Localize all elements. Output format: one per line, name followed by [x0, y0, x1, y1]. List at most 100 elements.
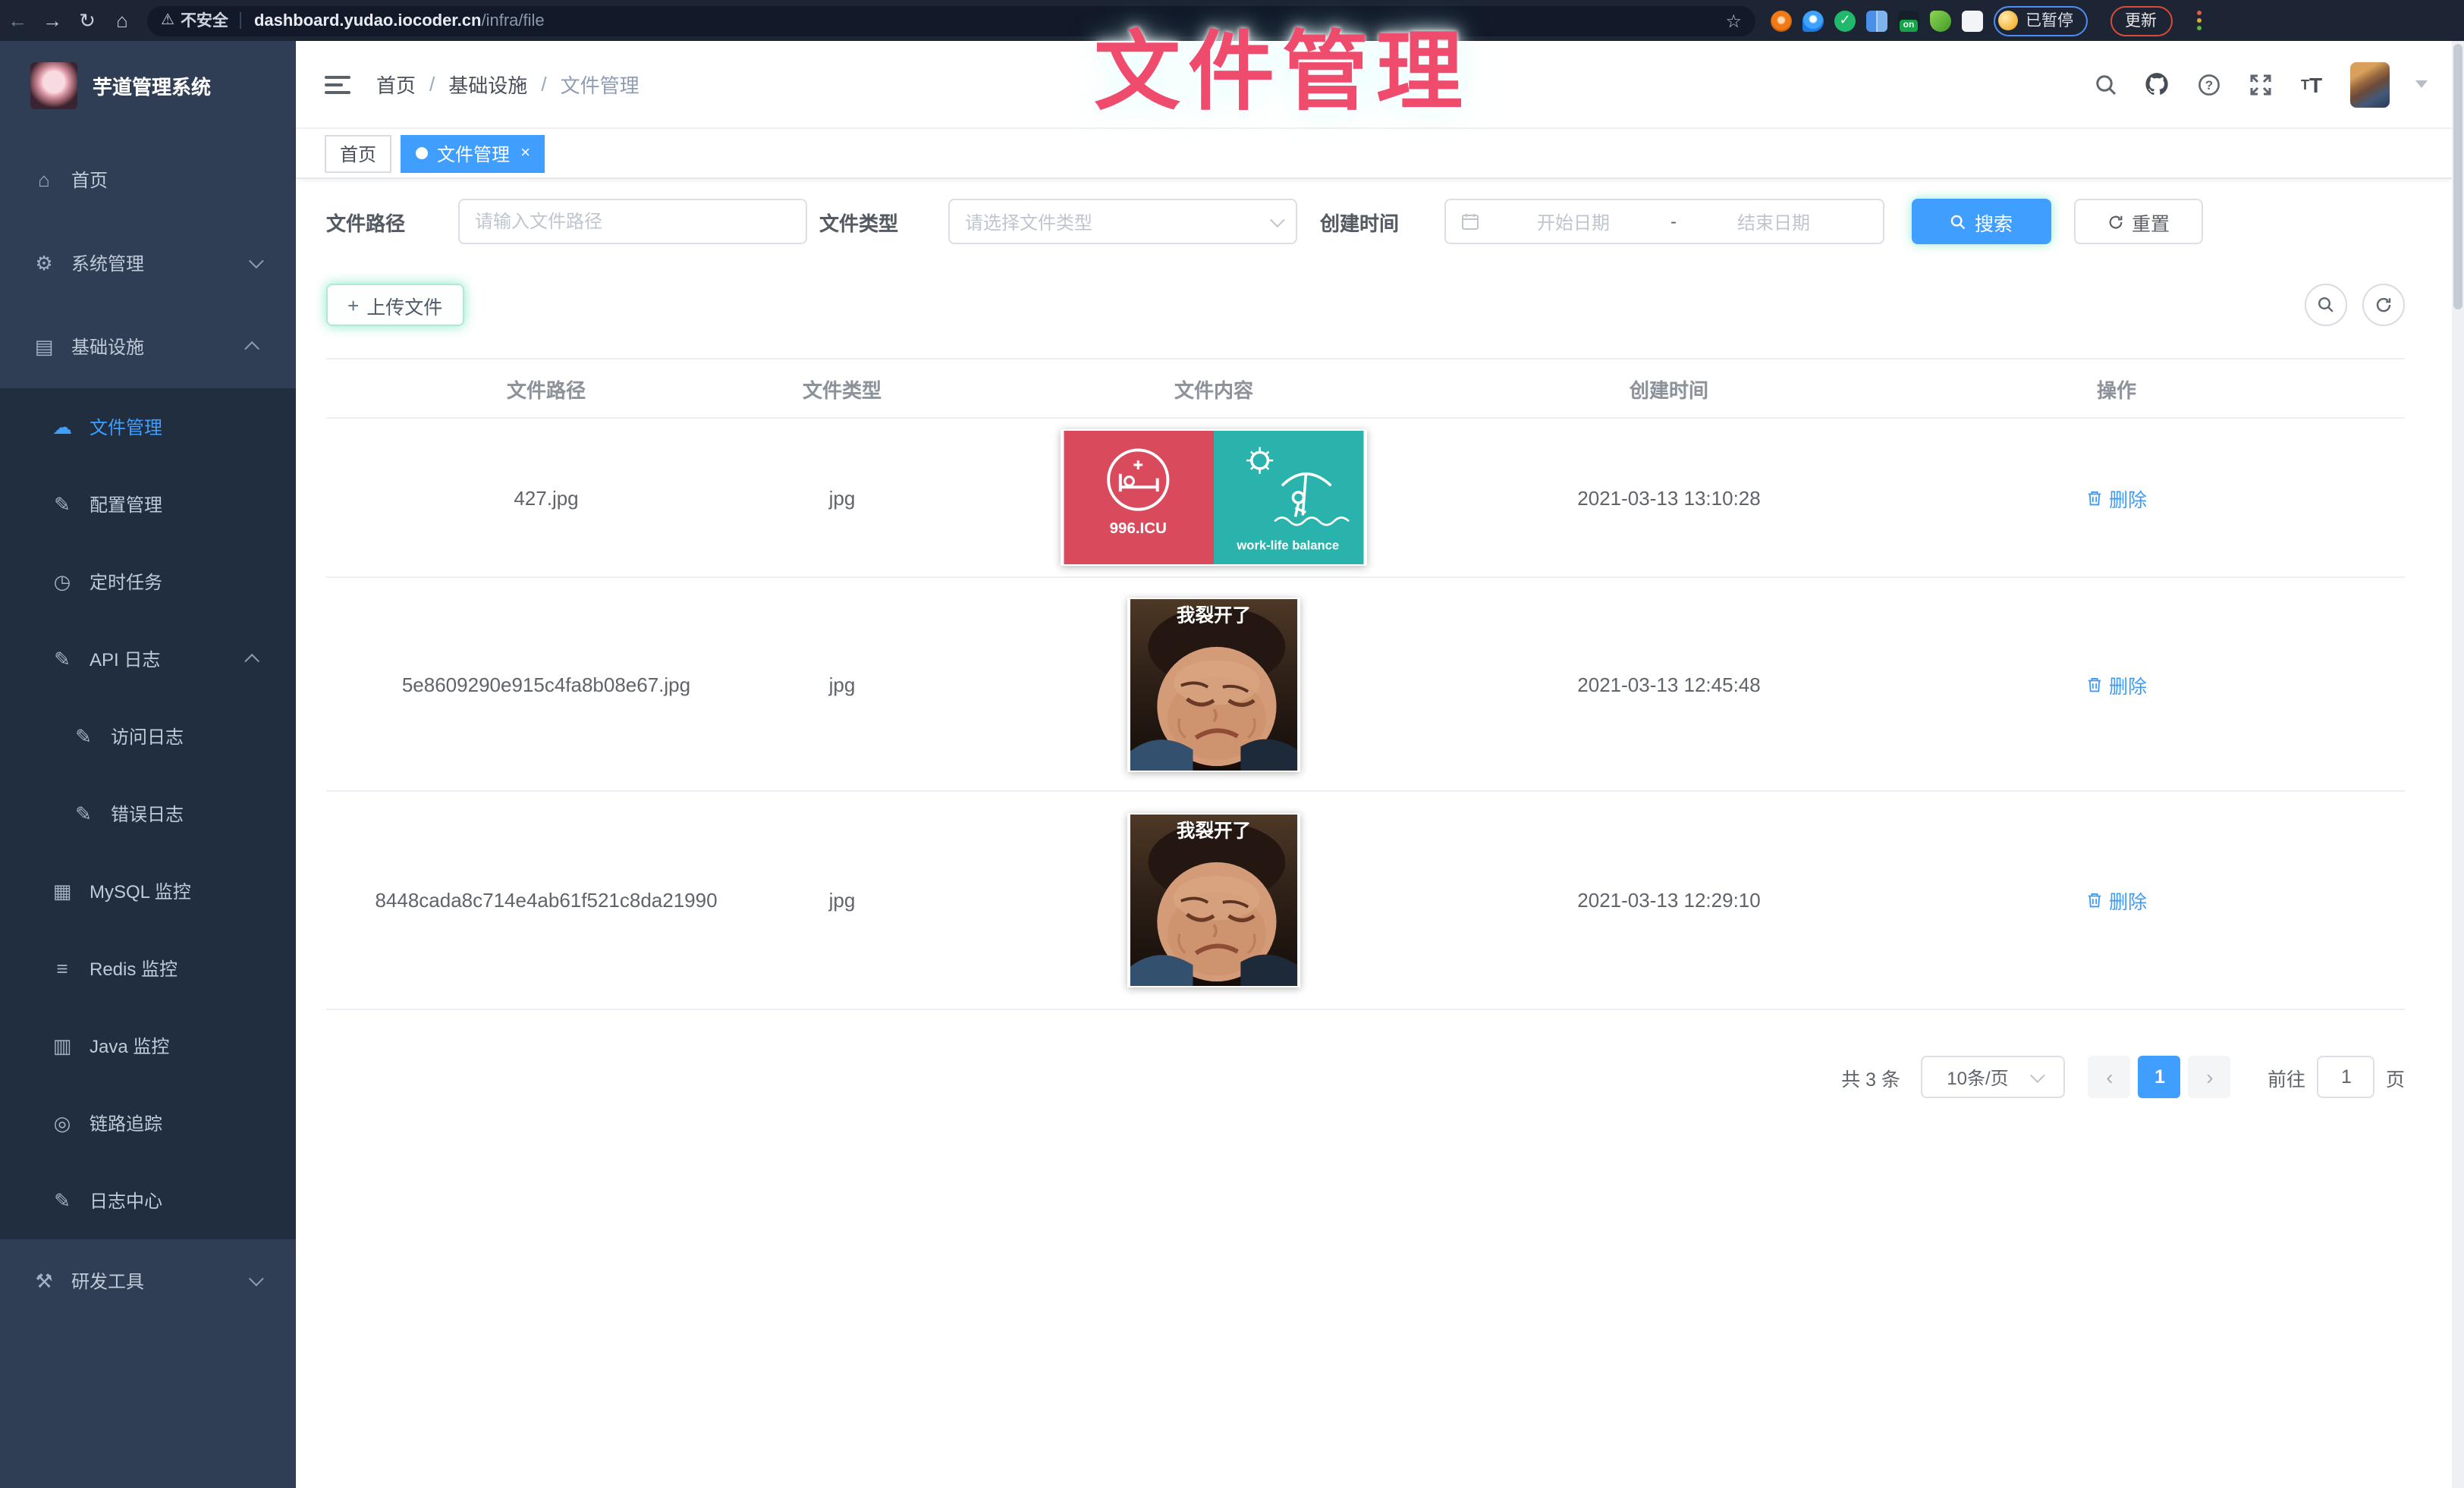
help-icon[interactable]: ? — [2195, 71, 2221, 97]
file-preview-image[interactable]: 996.ICU work-life balance — [1061, 429, 1367, 566]
tab-首页[interactable]: 首页 — [325, 134, 391, 172]
url-path: /infra/file — [481, 11, 544, 30]
search-icon[interactable] — [2092, 71, 2118, 97]
sidebar-item-home[interactable]: ⌂首页 — [0, 138, 296, 221]
sidebar-item-mysql[interactable]: ▦MySQL 监控 — [0, 852, 296, 930]
user-avatar[interactable] — [2350, 61, 2390, 107]
sidebar-item-error-log[interactable]: ✎错误日志 — [0, 775, 296, 852]
table-toolbar: + 上传文件 — [326, 284, 2405, 326]
delete-button[interactable]: 删除 — [2086, 670, 2147, 698]
browser-menu-icon[interactable] — [2196, 11, 2201, 30]
browser-toolbar: ← → ↻ ⌂ ⚠ 不安全 dashboard.yudao.iocoder.cn… — [0, 0, 2464, 41]
extension-leaf-icon[interactable] — [1930, 10, 1951, 31]
sidebar-item-file[interactable]: ☁文件管理 — [0, 388, 296, 466]
refresh-icon — [2107, 213, 2124, 230]
goto-page-input[interactable] — [2318, 1056, 2375, 1098]
browser-profile-chip[interactable]: 已暂停 — [1994, 5, 2087, 36]
fullscreen-icon[interactable] — [2247, 71, 2273, 97]
app-logo-row[interactable]: 芋道管理系统 — [0, 41, 296, 129]
date-range-picker[interactable]: 开始日期 - 结束日期 — [1444, 199, 1884, 244]
sidebar-item-java[interactable]: ▥Java 监控 — [0, 1007, 296, 1085]
table-row: 427.jpgjpg 996.ICU work-life balance 202… — [326, 419, 2405, 578]
create-time-label: 创建时间 — [1320, 207, 1426, 236]
upload-file-button[interactable]: + 上传文件 — [326, 284, 464, 326]
extension-puzzle-icon[interactable] — [1962, 10, 1983, 31]
trash-icon — [2086, 892, 2103, 909]
trash-icon — [2086, 676, 2103, 692]
current-page-button[interactable]: 1 — [2139, 1056, 2181, 1098]
file-type-select[interactable]: 请选择文件类型 — [948, 199, 1297, 244]
chevron-down-icon — [1270, 212, 1285, 227]
update-button[interactable]: 更新 — [2110, 5, 2172, 36]
toolbox-icon: ⚒ — [32, 1269, 56, 1293]
page-content: 文件路径 文件类型 请选择文件类型 创建时间 开始日期 - 结束日期 搜索 — [296, 199, 2452, 1098]
browser-reload-icon[interactable]: ↻ — [70, 8, 105, 33]
page-size-select[interactable]: 10条/页 — [1922, 1056, 2066, 1098]
breadcrumb-item[interactable]: 基础设施 — [448, 70, 527, 99]
sidebar-item-infra[interactable]: ▤基础设施 — [0, 305, 296, 388]
table-row: 8448cada8c714e4ab61f521c8da21990jpg 我裂开了… — [326, 792, 2405, 1010]
end-date-placeholder: 结束日期 — [1680, 209, 1868, 234]
browser-forward-icon[interactable]: → — [35, 9, 70, 32]
browser-back-icon[interactable]: ← — [0, 9, 35, 32]
tab-文件管理[interactable]: 文件管理× — [401, 134, 545, 172]
search-button[interactable]: 搜索 — [1912, 199, 2051, 244]
delete-button[interactable]: 删除 — [2086, 483, 2147, 512]
window-scrollbar[interactable] — [2452, 41, 2464, 1488]
extension-check-icon[interactable]: ✓ — [1834, 10, 1856, 31]
browser-home-icon[interactable]: ⌂ — [105, 9, 140, 32]
extension-pin-icon[interactable] — [1802, 10, 1824, 31]
user-caret-down-icon[interactable] — [2415, 80, 2428, 88]
file-preview-image[interactable]: 我裂开了 — [1127, 597, 1300, 771]
file-path-input[interactable] — [458, 199, 807, 244]
hamburger-icon[interactable] — [325, 71, 350, 98]
sidebar-item-job[interactable]: ◷定时任务 — [0, 543, 296, 620]
preview-baby-image: 我裂开了 — [1129, 815, 1299, 986]
monitor-icon: ▤ — [32, 334, 56, 359]
prev-page-button[interactable]: ‹ — [2088, 1056, 2131, 1098]
table-row: 5e8609290e915c4fa8b08e67.jpgjpg 我裂开了 202… — [326, 578, 2405, 792]
sidebar-item-config[interactable]: ✎配置管理 — [0, 466, 296, 543]
sidebar-item-system[interactable]: ⚙系统管理 — [0, 221, 296, 305]
preview-baby-image: 我裂开了 — [1129, 598, 1299, 770]
preview-baby-caption: 我裂开了 — [1177, 604, 1251, 625]
delete-label: 删除 — [2109, 670, 2147, 698]
file-content-cell: 996.ICU work-life balance — [918, 429, 1510, 566]
delete-button[interactable]: 删除 — [2086, 886, 2147, 915]
file-type-cell: jpg — [766, 673, 918, 695]
next-page-button[interactable]: › — [2189, 1056, 2231, 1098]
sidebar-item-devtools[interactable]: ⚒研发工具 — [0, 1239, 296, 1323]
sidebar-item-log-center[interactable]: ✎日志中心 — [0, 1162, 296, 1239]
layers-icon: ≡ — [50, 957, 74, 980]
font-size-icon[interactable]: TT — [2299, 71, 2324, 97]
toggle-search-button[interactable] — [2305, 284, 2347, 326]
extension-switch-icon[interactable]: on — [1898, 10, 1919, 31]
column-header: 文件路径 — [326, 374, 766, 403]
preview-996-image: 996.ICU work-life balance — [1062, 431, 1366, 564]
column-header: 文件内容 — [918, 374, 1510, 403]
sidebar-item-label: 系统管理 — [71, 250, 144, 276]
sidebar-item-trace[interactable]: ◎链路追踪 — [0, 1085, 296, 1162]
column-header: 操作 — [1828, 374, 2405, 403]
database-icon: ▦ — [50, 879, 74, 903]
github-icon[interactable] — [2144, 71, 2170, 97]
sidebar-item-redis[interactable]: ≡Redis 监控 — [0, 930, 296, 1007]
bookmark-star-icon[interactable]: ☆ — [1725, 10, 1742, 31]
sidebar-item-access-log[interactable]: ✎访问日志 — [0, 698, 296, 775]
chevron-down-icon — [249, 1271, 264, 1286]
extension-grid-icon[interactable] — [1866, 10, 1887, 31]
refresh-table-button[interactable] — [2362, 284, 2405, 326]
created-time-cell: 2021-03-13 13:10:28 — [1510, 486, 1828, 509]
scrollbar-thumb[interactable] — [2453, 44, 2462, 309]
address-bar[interactable]: ⚠ 不安全 dashboard.yudao.iocoder.cn /infra/… — [147, 5, 1755, 36]
address-separator — [240, 12, 242, 29]
file-preview-image[interactable]: 我裂开了 — [1127, 813, 1300, 987]
extension-orange-icon[interactable] — [1771, 10, 1792, 31]
security-label[interactable]: 不安全 — [181, 9, 228, 32]
breadcrumb-item[interactable]: 首页 — [376, 70, 416, 99]
delete-label: 删除 — [2109, 483, 2147, 512]
profile-avatar — [1998, 11, 2018, 30]
sidebar-item-api-log[interactable]: ✎API 日志 — [0, 620, 296, 698]
close-icon[interactable]: × — [520, 145, 530, 162]
reset-button[interactable]: 重置 — [2074, 199, 2203, 244]
